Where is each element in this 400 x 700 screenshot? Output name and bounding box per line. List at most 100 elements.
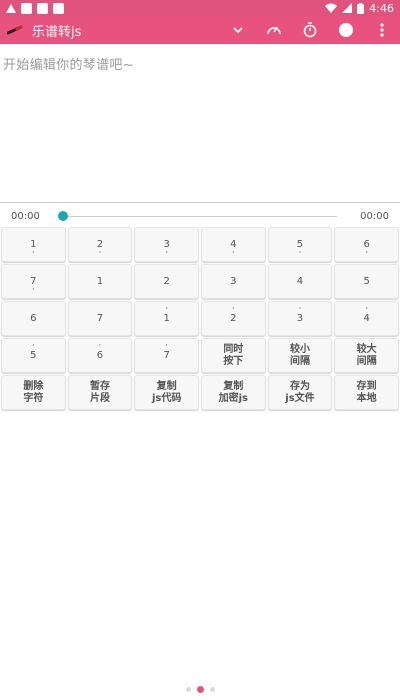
signal-icon bbox=[342, 3, 353, 13]
page-dot-active[interactable] bbox=[196, 686, 204, 693]
note-digit: 3 bbox=[230, 276, 237, 287]
note-key[interactable]: · 3 bbox=[267, 301, 333, 336]
note-key[interactable]: 3 bbox=[200, 264, 266, 299]
app-bar: 乐谱转js bbox=[0, 16, 400, 44]
low-octave-dot: · bbox=[98, 248, 102, 258]
key-line2: 间隔 bbox=[289, 355, 310, 367]
chevron-down-icon bbox=[233, 26, 243, 33]
key-line1: 复制 bbox=[156, 380, 177, 392]
battery-icon bbox=[357, 2, 365, 14]
key-line1: 存为 bbox=[289, 380, 310, 392]
note-digit: 6 bbox=[96, 350, 104, 361]
note-digit: 2 bbox=[163, 276, 170, 287]
low-octave-dot: · bbox=[231, 248, 235, 258]
save-local-button[interactable]: 存到 本地 bbox=[334, 375, 399, 410]
key-line2: 按下 bbox=[223, 355, 244, 367]
page-indicator bbox=[0, 686, 400, 693]
compass-icon bbox=[339, 23, 353, 37]
playback-timeline: 00:00 00:00 bbox=[0, 205, 400, 227]
dropdown-button[interactable] bbox=[220, 16, 256, 44]
progress-slider-track[interactable] bbox=[62, 216, 337, 217]
timer-button[interactable] bbox=[292, 16, 328, 44]
note-digit: 6 bbox=[30, 313, 37, 324]
note-digit: 1 bbox=[96, 276, 104, 287]
note-key[interactable]: · 6 bbox=[67, 338, 133, 373]
progress-slider-thumb[interactable] bbox=[58, 211, 68, 221]
note-key[interactable]: 2 bbox=[134, 264, 199, 299]
key-line2: js文件 bbox=[285, 392, 315, 404]
note-key[interactable]: 5 bbox=[334, 264, 399, 299]
low-octave-dot: · bbox=[165, 248, 169, 258]
note-key[interactable]: · 4 bbox=[334, 301, 399, 336]
current-time: 00:00 bbox=[11, 211, 40, 222]
high-octave-dot: · bbox=[298, 304, 302, 314]
high-octave-dot: · bbox=[31, 341, 35, 351]
notification-icon bbox=[53, 2, 64, 14]
note-key[interactable]: 5 · bbox=[267, 227, 333, 262]
note-digit: 2 bbox=[230, 313, 237, 324]
compass-button[interactable] bbox=[328, 16, 364, 44]
note-key[interactable]: 3 · bbox=[134, 227, 199, 262]
low-octave-dot: · bbox=[298, 248, 302, 258]
note-key[interactable]: 2 · bbox=[67, 227, 133, 262]
shorter-interval-button[interactable]: 较小 间隔 bbox=[267, 338, 333, 373]
key-line1: 较大 bbox=[356, 343, 377, 355]
note-key[interactable]: 7 · bbox=[1, 264, 66, 299]
page-dot[interactable] bbox=[209, 687, 215, 692]
status-time: 4:46 bbox=[369, 1, 394, 15]
key-line2: 加密js bbox=[218, 392, 249, 404]
low-octave-dot: · bbox=[31, 248, 35, 258]
save-fragment-button[interactable]: 暂存 片段 bbox=[67, 375, 133, 410]
save-js-file-button[interactable]: 存为 js文件 bbox=[267, 375, 333, 410]
low-octave-dot: · bbox=[365, 248, 369, 258]
high-octave-dot: · bbox=[98, 341, 102, 351]
app-title: 乐谱转js bbox=[32, 24, 82, 40]
delete-char-button[interactable]: 删除 字符 bbox=[1, 375, 66, 410]
key-line2: js代码 bbox=[151, 392, 182, 404]
notification-icon bbox=[21, 2, 32, 14]
stopwatch-icon bbox=[303, 22, 317, 38]
note-keypad: 1 · 2 · 3 · 4 · 5 · 6 · 7 · 1 2 3 4 5 6 7 · 1 · 2… bbox=[0, 227, 400, 410]
score-editor[interactable]: 开始编辑你的琴谱吧~ bbox=[0, 44, 400, 200]
speed-button[interactable] bbox=[256, 16, 292, 44]
key-line2: 间隔 bbox=[356, 355, 377, 367]
overflow-menu-button[interactable] bbox=[364, 16, 400, 44]
note-key[interactable]: 7 bbox=[67, 301, 133, 336]
high-octave-dot: · bbox=[365, 304, 369, 314]
copy-js-button[interactable]: 复制 js代码 bbox=[134, 375, 199, 410]
note-key[interactable]: 4 bbox=[267, 264, 333, 299]
high-octave-dot: · bbox=[231, 304, 235, 314]
note-digit: 4 bbox=[296, 276, 304, 287]
longer-interval-button[interactable]: 较大 间隔 bbox=[334, 338, 399, 373]
high-octave-dot: · bbox=[165, 341, 169, 351]
app-logo-icon bbox=[0, 16, 30, 44]
note-digit: 7 bbox=[96, 313, 104, 324]
wifi-icon bbox=[325, 3, 338, 13]
key-line2: 本地 bbox=[356, 392, 377, 404]
note-key[interactable]: 1 bbox=[67, 264, 133, 299]
key-line2: 片段 bbox=[89, 392, 110, 404]
note-key[interactable]: 1 · bbox=[1, 227, 66, 262]
note-digit: 4 bbox=[363, 313, 370, 324]
high-octave-dot: · bbox=[165, 304, 169, 314]
note-digit: 5 bbox=[30, 350, 37, 361]
note-key[interactable]: · 7 bbox=[134, 338, 199, 373]
total-time: 00:00 bbox=[360, 211, 389, 222]
note-key[interactable]: · 1 bbox=[134, 301, 199, 336]
note-key[interactable]: 6 bbox=[1, 301, 66, 336]
key-line1: 存到 bbox=[356, 380, 377, 392]
note-key[interactable]: · 5 bbox=[1, 338, 66, 373]
note-digit: 7 bbox=[163, 350, 170, 361]
note-key[interactable]: 4 · bbox=[200, 227, 266, 262]
copy-encrypted-js-button[interactable]: 复制 加密js bbox=[200, 375, 266, 410]
key-line2: 字符 bbox=[23, 392, 44, 404]
note-key[interactable]: · 2 bbox=[200, 301, 266, 336]
page-dot[interactable] bbox=[185, 687, 191, 692]
low-octave-dot: · bbox=[31, 285, 35, 295]
more-vert-icon bbox=[380, 23, 384, 37]
editor-placeholder: 开始编辑你的琴谱吧~ bbox=[3, 58, 134, 73]
notification-icon bbox=[37, 2, 48, 14]
key-line1: 删除 bbox=[23, 380, 44, 392]
note-key[interactable]: 6 · bbox=[334, 227, 399, 262]
simultaneous-press-button[interactable]: 同时 按下 bbox=[200, 338, 266, 373]
